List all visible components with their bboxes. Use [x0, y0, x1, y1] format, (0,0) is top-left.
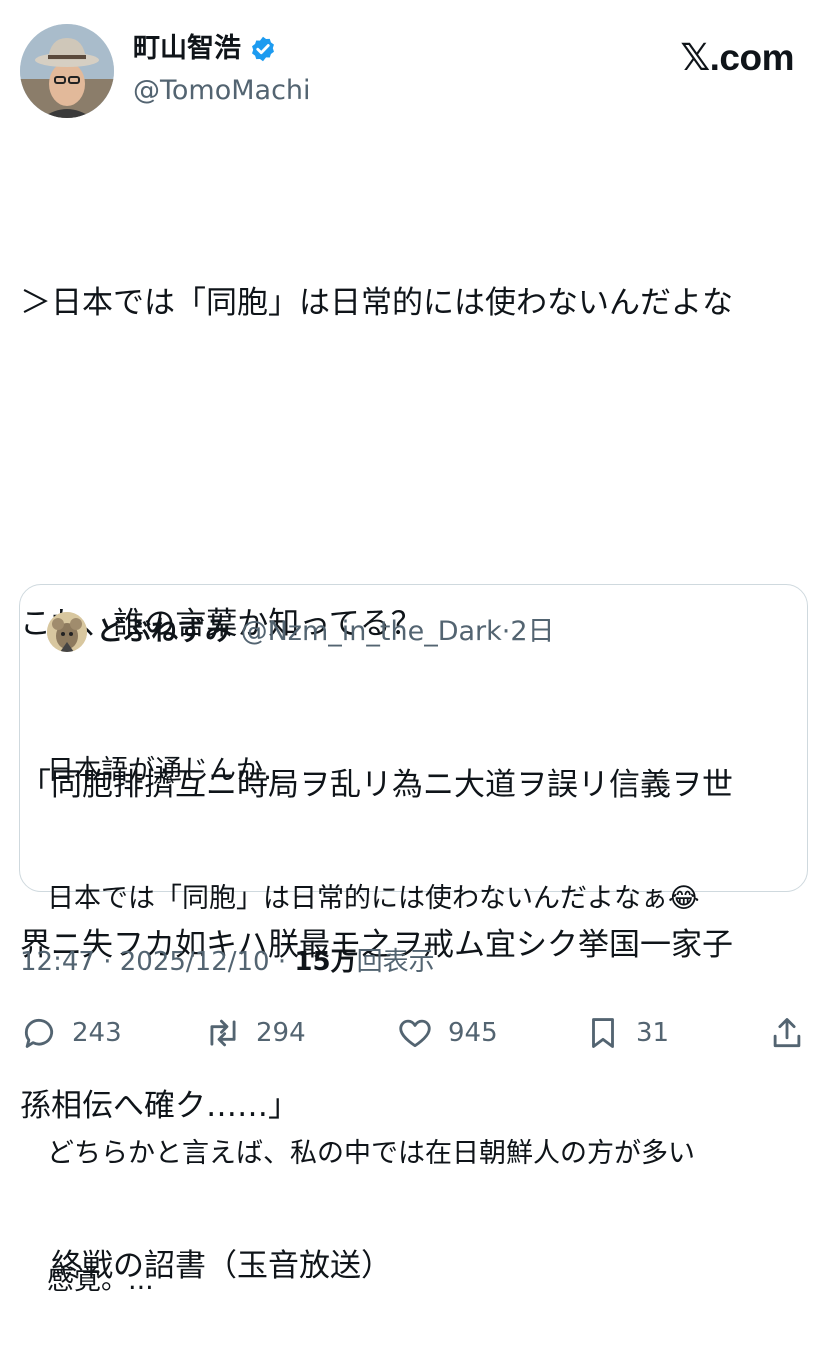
post-line	[20, 438, 810, 492]
action-bar: 243 294 945 31	[0, 1008, 828, 1058]
bookmark-count: 31	[636, 1018, 670, 1048]
quoted-author-name[interactable]: どぶねずみ	[97, 616, 232, 647]
bookmark-icon	[592, 1018, 614, 1048]
views-label: 回表示	[356, 947, 435, 977]
like-button[interactable]: 945	[396, 1008, 498, 1058]
post-meta: 12:47 · 2025/12/10 · 15万回表示	[20, 944, 435, 980]
heart-icon	[399, 1019, 431, 1048]
quoted-line: 感覚。...	[47, 1265, 154, 1296]
avatar-photo-icon	[20, 24, 114, 118]
quoted-author-avatar[interactable]	[47, 612, 87, 652]
quoted-text: 日本語が通じんか‥ 日本では「同胞」は日常的には使わないんだよなぁ😂 どちらかと…	[47, 665, 787, 1345]
author-name[interactable]: 町山智浩	[133, 32, 241, 66]
post-time[interactable]: 12:47	[20, 947, 95, 977]
quoted-time[interactable]: 2日	[510, 616, 554, 647]
author-handle[interactable]: @TomoMachi	[133, 74, 311, 108]
verified-badge-icon	[252, 36, 274, 62]
quoted-line: 日本では「同胞」は日常的には使わないんだよなぁ😂	[47, 882, 700, 914]
post-line: ＞日本では「同胞」は日常的には使わないんだよな	[20, 285, 733, 321]
quoted-author-handle[interactable]: @Nzm_in_the_Dark	[241, 616, 502, 647]
reply-icon	[24, 1018, 54, 1048]
rat-avatar-icon	[47, 612, 87, 652]
quoted-line: どちらかと言えば、私の中では在日朝鮮人の方が多い	[47, 1137, 695, 1169]
author-name-row[interactable]: 町山智浩	[133, 32, 277, 66]
quoted-line: 日本語が通じんか‥	[47, 755, 282, 786]
share-button[interactable]	[768, 1008, 806, 1058]
x-logo: 𝕏.com	[680, 37, 794, 78]
meta-separator: ·	[94, 947, 120, 977]
reply-button[interactable]: 243	[20, 1008, 122, 1058]
post-date[interactable]: 2025/12/10	[120, 947, 270, 977]
like-count: 945	[448, 1018, 498, 1048]
bookmark-button[interactable]: 31	[584, 1008, 669, 1058]
reply-count: 243	[72, 1018, 122, 1048]
quoted-header: どぶねずみ @Nzm_in_the_Dark·2日	[97, 612, 555, 652]
author-avatar[interactable]	[20, 24, 114, 118]
share-icon	[773, 1018, 801, 1048]
retweet-button[interactable]: 294	[204, 1008, 306, 1058]
retweet-icon	[210, 1019, 236, 1047]
views-count: 15万	[294, 947, 357, 977]
retweet-count: 294	[256, 1018, 306, 1048]
meta-separator: ·	[269, 947, 295, 977]
